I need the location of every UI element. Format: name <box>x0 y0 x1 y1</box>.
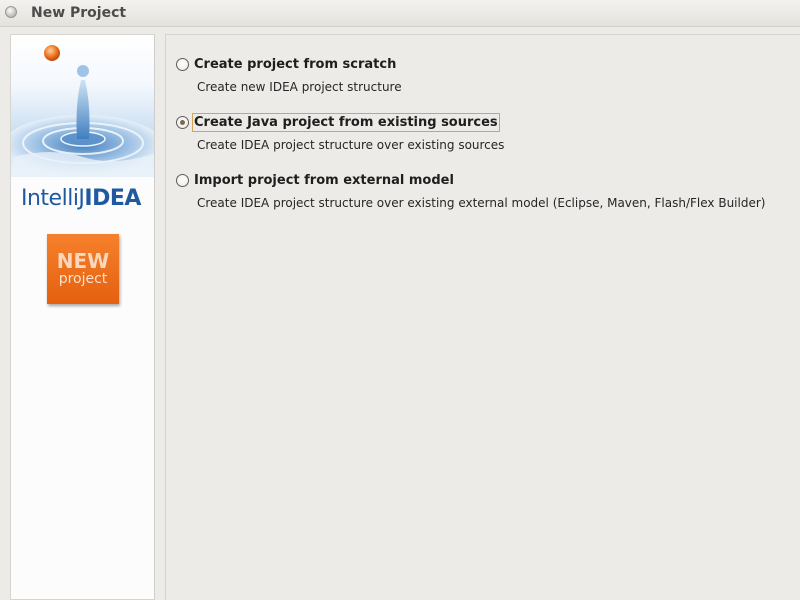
radio-create-from-scratch[interactable] <box>176 58 189 71</box>
option-label[interactable]: Create project from scratch <box>193 56 397 73</box>
window-close-icon[interactable] <box>5 6 17 18</box>
option-description: Create new IDEA project structure <box>197 80 402 94</box>
new-project-badge: NEW project <box>47 234 119 304</box>
water-drop-splash-image <box>11 35 154 177</box>
window-title: New Project <box>31 5 127 21</box>
radio-java-from-existing-sources[interactable] <box>176 116 189 129</box>
wizard-sidebar: IntelliJIDEA NEW project <box>10 34 155 600</box>
option-label[interactable]: Create Java project from existing source… <box>192 113 500 132</box>
options-panel: Create project from scratch Create new I… <box>165 34 800 600</box>
intellij-idea-logo: IntelliJIDEA <box>21 186 141 211</box>
radio-import-external-model[interactable] <box>176 174 189 187</box>
option-label[interactable]: Import project from external model <box>193 172 455 189</box>
title-bar: New Project <box>0 0 800 27</box>
option-description: Create IDEA project structure over exist… <box>197 138 505 152</box>
option-description: Create IDEA project structure over exist… <box>197 196 766 210</box>
